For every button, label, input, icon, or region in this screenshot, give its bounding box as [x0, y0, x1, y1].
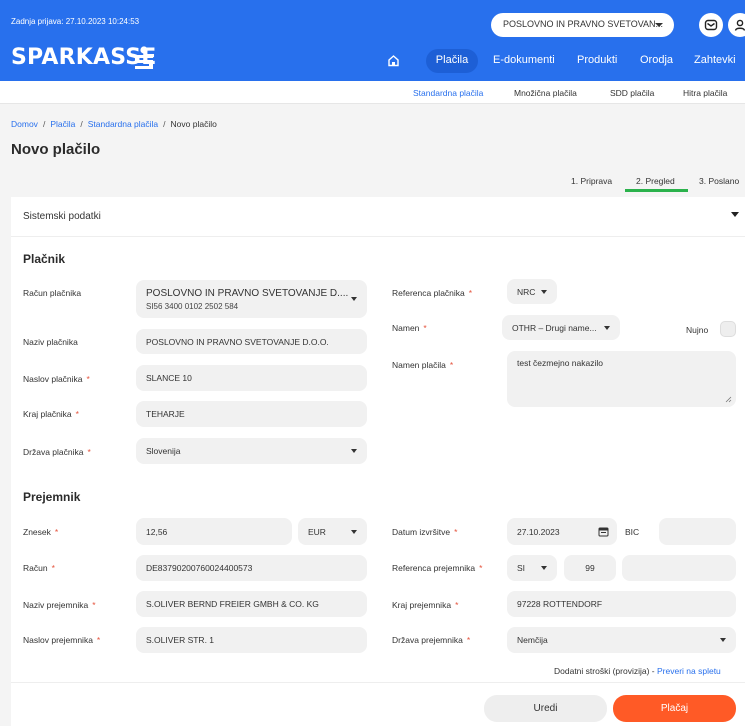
- recipient-city-label: Kraj prejemnika *: [392, 600, 459, 610]
- home-button[interactable]: [387, 49, 407, 73]
- amount-field[interactable]: 12,56: [136, 518, 292, 545]
- payer-account-name: POSLOVNO IN PRAVNO SVETOVANJE D....: [146, 287, 349, 299]
- execution-date-field[interactable]: 27.10.2023: [507, 518, 617, 545]
- breadcrumb-domov[interactable]: Domov: [11, 119, 38, 129]
- payer-name-field[interactable]: POSLOVNO IN PRAVNO SVETOVANJE D.O.O.: [136, 329, 367, 354]
- bic-field[interactable]: [659, 518, 736, 545]
- payer-country-select[interactable]: Slovenija: [136, 438, 367, 464]
- nav-zahtevki[interactable]: Zahtevki: [694, 49, 736, 73]
- chevron-down-icon: [720, 638, 726, 642]
- recipient-account-label: Račun *: [23, 563, 55, 573]
- pay-button[interactable]: Plačaj: [613, 695, 736, 722]
- urgent-checkbox[interactable]: [720, 321, 736, 337]
- fees-note: Dodatni stroški (provizija) - Preveri na…: [554, 666, 721, 676]
- payer-account-iban: SI56 3400 0102 2502 584: [146, 301, 239, 311]
- profile-button[interactable]: [728, 13, 745, 37]
- purpose-label: Namen *: [392, 323, 427, 333]
- step-pregled: 2. Pregled: [636, 176, 675, 186]
- chevron-down-icon: [351, 449, 357, 453]
- chevron-down-icon: [731, 212, 739, 217]
- fees-check-link[interactable]: Preveri na spletu: [657, 666, 721, 676]
- last-login-text: Zadnja prijava: 27.10.2023 10:24:53: [11, 17, 140, 26]
- recipient-address-field[interactable]: S.OLIVER STR. 1: [136, 627, 367, 653]
- subnav-sdd-placila[interactable]: SDD plačila: [610, 88, 654, 98]
- messages-button[interactable]: [699, 13, 723, 37]
- breadcrumb-current: Novo plačilo: [170, 119, 217, 129]
- subnav-standardna-placila[interactable]: Standardna plačila: [413, 88, 483, 98]
- payer-name-label: Naziv plačnika: [23, 337, 78, 347]
- breadcrumb-placila[interactable]: Plačila: [50, 119, 75, 129]
- nav-orodja[interactable]: Orodja: [640, 49, 673, 73]
- payer-city-label: Kraj plačnika *: [23, 409, 79, 419]
- edit-button[interactable]: Uredi: [484, 695, 607, 722]
- recipient-reference-label: Referenca prejemnika *: [392, 563, 483, 573]
- chevron-down-icon: [541, 566, 547, 570]
- amount-label: Znesek *: [23, 527, 59, 537]
- chevron-down-icon: [604, 325, 610, 330]
- chevron-down-icon: [541, 289, 547, 294]
- payer-address-field[interactable]: SLANCE 10: [136, 365, 367, 391]
- purpose-select[interactable]: OTHR – Drugi name...: [502, 315, 620, 340]
- active-step-indicator: [625, 189, 688, 192]
- page-title: Novo plačilo: [11, 141, 101, 158]
- nav-placila[interactable]: Plačila: [426, 49, 478, 73]
- currency-select[interactable]: EUR: [298, 518, 367, 545]
- nav-e-dokumenti[interactable]: E-dokumenti: [493, 49, 555, 73]
- recipient-name-field[interactable]: S.OLIVER BERND FREIER GMBH & CO. KG: [136, 591, 367, 617]
- payer-country-label: Država plačnika *: [23, 447, 91, 457]
- recipient-name-label: Naziv prejemnika *: [23, 600, 96, 610]
- user-icon: [734, 19, 745, 31]
- system-data-title: Sistemski podatki: [23, 211, 101, 222]
- payer-address-label: Naslov plačnika *: [23, 374, 90, 384]
- payer-reference-label: Referenca plačnika *: [392, 288, 473, 298]
- sparkasse-logo-icon: [135, 46, 153, 69]
- payer-city-field[interactable]: TEHARJE: [136, 401, 367, 427]
- sub-navigation: Standardna plačila Množična plačila SDD …: [0, 81, 745, 104]
- payer-account-label: Račun plačnika: [23, 288, 82, 298]
- breadcrumb-standardna-placila[interactable]: Standardna plačila: [88, 119, 158, 129]
- recipient-country-select[interactable]: Nemčija: [507, 627, 736, 653]
- execution-date-label: Datum izvršitve *: [392, 527, 458, 537]
- subnav-hitra-placila[interactable]: Hitra plačila: [683, 88, 727, 98]
- payer-section-title: Plačnik: [23, 252, 66, 266]
- purpose-text-label: Namen plačila *: [392, 360, 454, 370]
- step-priprava: 1. Priprava: [571, 176, 613, 186]
- payer-account-select[interactable]: POSLOVNO IN PRAVNO SVETOVANJE D.... SI56…: [136, 280, 367, 318]
- system-data-toggle[interactable]: Sistemski podatki: [11, 197, 745, 237]
- purpose-text-area[interactable]: test čezmejno nakazilo: [507, 351, 736, 407]
- chevron-down-icon: [351, 529, 357, 534]
- resize-handle-icon[interactable]: [725, 396, 732, 403]
- recipient-address-label: Naslov prejemnika *: [23, 635, 101, 645]
- breadcrumb: Domov / Plačila / Standardna plačila / Novo pl…: [11, 119, 217, 129]
- chevron-down-icon: [655, 23, 663, 27]
- recipient-reference-field[interactable]: [622, 555, 736, 581]
- recipient-section-title: Prejemnik: [23, 490, 81, 504]
- reference-code-field[interactable]: 99: [564, 555, 616, 581]
- divider: [11, 682, 745, 683]
- home-icon: [388, 55, 399, 67]
- recipient-account-field[interactable]: DE83790200760024400573: [136, 555, 367, 581]
- company-select-value: POSLOVNO IN PRAVNO SVETOVAN...: [503, 19, 664, 29]
- bic-label: BIC: [625, 527, 640, 537]
- recipient-country-label: Država prejemnika *: [392, 635, 471, 645]
- subnav-mnozicna-placila[interactable]: Množična plačila: [514, 88, 577, 98]
- top-bar: Zadnja prijava: 27.10.2023 10:24:53 POSL…: [0, 0, 745, 81]
- company-select[interactable]: POSLOVNO IN PRAVNO SVETOVAN...: [491, 13, 674, 37]
- calendar-icon[interactable]: [598, 526, 609, 537]
- recipient-city-field[interactable]: 97228 ROTTENDORF: [507, 591, 736, 617]
- mail-icon: [704, 19, 718, 31]
- nav-produkti[interactable]: Produkti: [577, 49, 617, 73]
- payer-reference-select[interactable]: NRC: [507, 279, 557, 304]
- step-poslano: 3. Poslano: [699, 176, 740, 186]
- urgent-label: Nujno: [686, 325, 709, 335]
- reference-model-select[interactable]: SI: [507, 555, 557, 581]
- chevron-down-icon: [351, 297, 357, 301]
